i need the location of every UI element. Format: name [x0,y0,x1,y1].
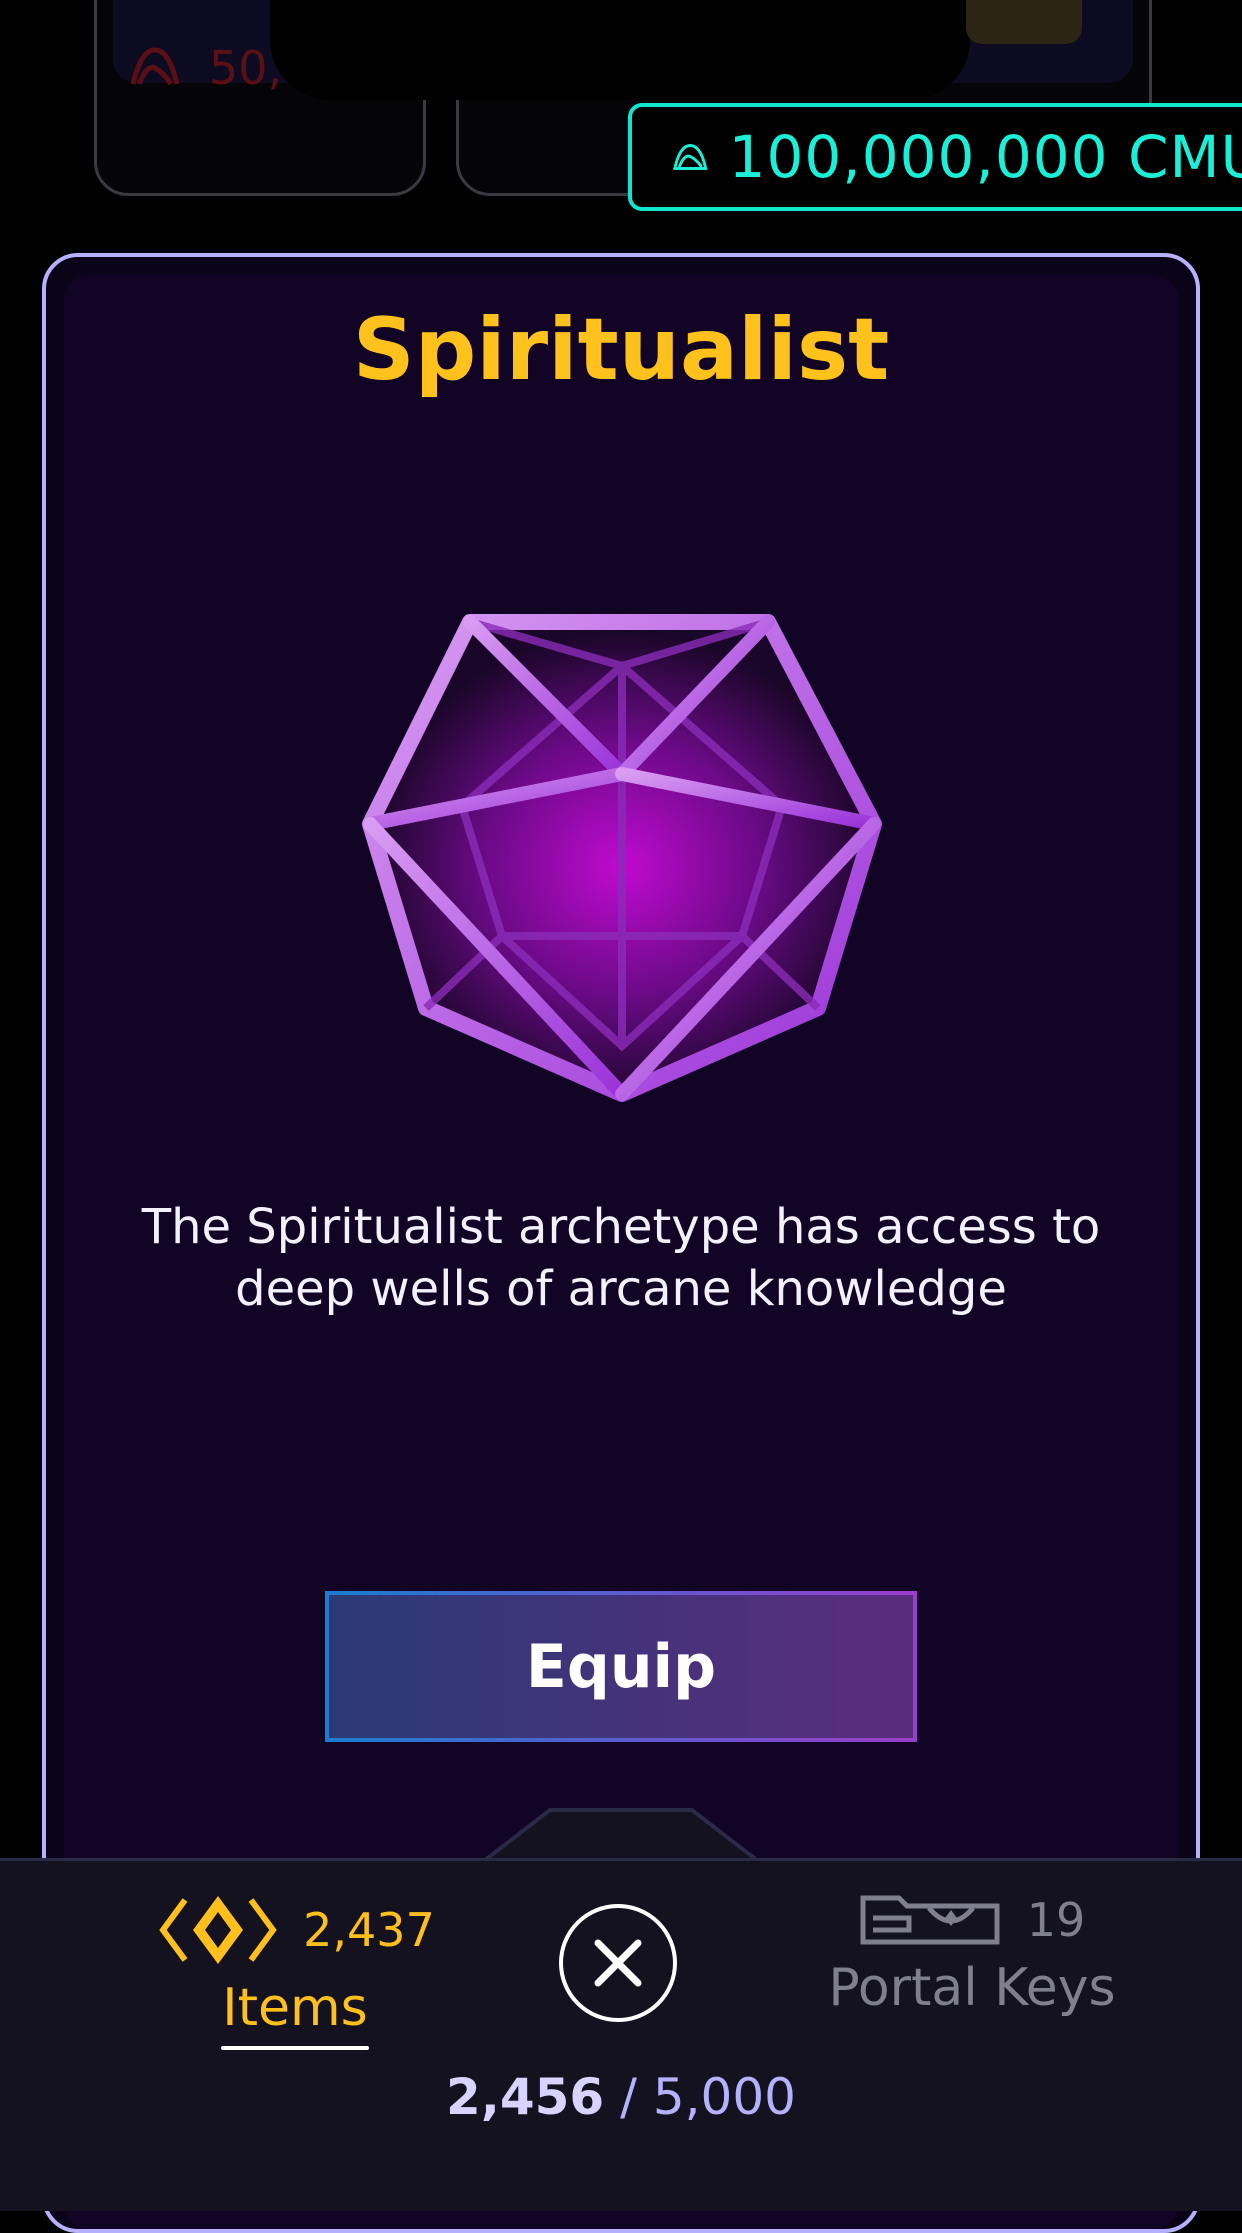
currency-balance: 100,000,000 CMU [628,103,1242,211]
tab-items[interactable]: 2,437 Items [150,1890,440,2050]
close-button[interactable] [559,1904,677,2022]
top-overlay [270,0,970,100]
items-diamond-icon [159,1896,277,1964]
cmu-currency-icon [673,144,708,170]
capacity-current: 2,456 [446,2068,605,2126]
portal-keys-count: 19 [1026,1893,1086,1947]
portal-keys-label: Portal Keys [828,1958,1116,2018]
tab-portal-keys[interactable]: 19 Portal Keys [812,1890,1132,2018]
inventory-capacity: 2,456 / 5,000 [0,2068,1242,2126]
cmu-currency-icon [130,47,180,86]
store-item-thumbnail [966,0,1082,44]
item-description: The Spiritualist archetype has access to… [141,1199,1101,1317]
items-count: 2,437 [303,1903,435,1957]
portal-key-icon [860,1895,1000,1945]
capacity-max: 5,000 [652,2068,796,2126]
close-icon [594,1939,642,1987]
items-label: Items [222,1978,368,2038]
capacity-separator: / [604,2068,653,2126]
icosahedron-gem-image [352,606,892,1106]
active-tab-indicator [221,2046,369,2050]
balance-amount: 100,000,000 CMU [728,123,1242,191]
bottom-bar-notch [480,1808,762,1866]
item-title: Spiritualist [352,300,890,400]
equip-button[interactable]: Equip [325,1591,917,1742]
